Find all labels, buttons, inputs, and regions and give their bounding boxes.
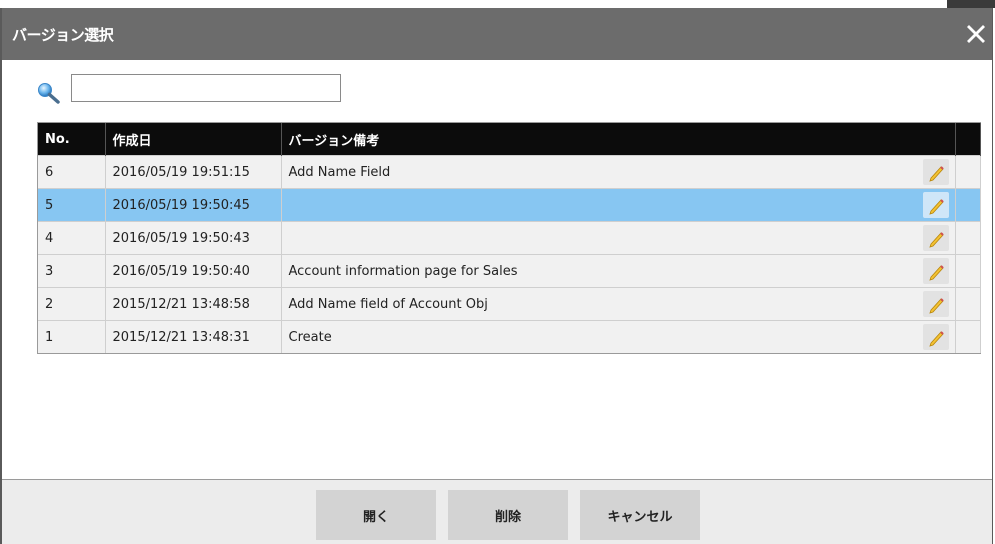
dialog-titlebar: バージョン選択 [2, 8, 992, 60]
pencil-icon [928, 166, 944, 182]
edit-note-button[interactable] [922, 291, 949, 317]
cell-version-note: Add Name field of Account Obj [281, 287, 956, 321]
cell-blank [955, 221, 981, 255]
cell-created-date: 2016/05/19 19:50:43 [105, 221, 282, 255]
cell-created-date: 2016/05/19 19:51:15 [105, 155, 282, 189]
cell-no: 6 [38, 155, 106, 189]
table-row[interactable]: 1 2015/12/21 13:48:31 Create [38, 320, 981, 353]
cell-created-date: 2015/12/21 13:48:31 [105, 320, 282, 353]
version-select-dialog: バージョン選択 No. 作成日 バージョン備考 6 2016/05/19 19:… [0, 8, 993, 544]
close-button[interactable] [964, 22, 988, 46]
cell-no: 3 [38, 254, 106, 288]
cell-version-note: Account information page for Sales [281, 254, 956, 288]
cell-no: 4 [38, 221, 106, 255]
edit-note-button[interactable] [922, 258, 949, 284]
version-table: No. 作成日 バージョン備考 6 2016/05/19 19:51:15 Ad… [37, 122, 981, 354]
column-header-version-note[interactable]: バージョン備考 [281, 123, 956, 156]
cell-no: 5 [38, 188, 106, 222]
pencil-icon [928, 298, 944, 314]
dialog-footer: 開く 削除 キャンセル [2, 479, 992, 544]
cell-blank [955, 320, 981, 353]
cell-blank [955, 188, 981, 222]
cell-version-note: Add Name Field [281, 155, 956, 189]
cancel-button[interactable]: キャンセル [580, 490, 700, 540]
table-header-row: No. 作成日 バージョン備考 [38, 123, 981, 156]
version-note-text: Account information page for Sales [288, 263, 518, 279]
cell-version-note [281, 221, 956, 255]
version-note-text: Add Name Field [288, 164, 391, 180]
table-row[interactable]: 2 2015/12/21 13:48:58 Add Name field of … [38, 287, 981, 321]
column-header-blank [955, 123, 981, 156]
table-row[interactable]: 3 2016/05/19 19:50:40 Account informatio… [38, 254, 981, 288]
open-button[interactable]: 開く [316, 490, 436, 540]
dialog-title: バージョン選択 [12, 26, 114, 44]
cell-created-date: 2016/05/19 19:50:45 [105, 188, 282, 222]
cell-no: 1 [38, 320, 106, 353]
window-corner [947, 0, 995, 8]
edit-note-button[interactable] [922, 324, 949, 350]
edit-note-button[interactable] [922, 159, 949, 185]
delete-button[interactable]: 削除 [448, 490, 568, 540]
table-row-selected[interactable]: 5 2016/05/19 19:50:45 [38, 188, 981, 222]
cell-version-note: Create [281, 320, 956, 353]
pencil-icon [928, 199, 944, 215]
pencil-icon [928, 232, 944, 248]
version-note-text: Add Name field of Account Obj [288, 296, 488, 312]
version-note-text: Create [288, 329, 332, 345]
search-input[interactable] [71, 74, 341, 102]
pencil-icon [928, 265, 944, 281]
column-header-no[interactable]: No. [38, 123, 106, 156]
cell-blank [955, 287, 981, 321]
search-icon [38, 83, 60, 104]
cell-version-note [281, 188, 956, 222]
cell-created-date: 2015/12/21 13:48:58 [105, 287, 282, 321]
column-header-created-date[interactable]: 作成日 [105, 123, 282, 156]
cell-created-date: 2016/05/19 19:50:40 [105, 254, 282, 288]
edit-note-button[interactable] [922, 192, 949, 218]
edit-note-button[interactable] [922, 225, 949, 251]
cell-blank [955, 155, 981, 189]
table-row[interactable]: 4 2016/05/19 19:50:43 [38, 221, 981, 255]
cell-blank [955, 254, 981, 288]
close-icon [967, 25, 985, 43]
pencil-icon [928, 331, 944, 347]
cell-no: 2 [38, 287, 106, 321]
table-row[interactable]: 6 2016/05/19 19:51:15 Add Name Field [38, 155, 981, 189]
